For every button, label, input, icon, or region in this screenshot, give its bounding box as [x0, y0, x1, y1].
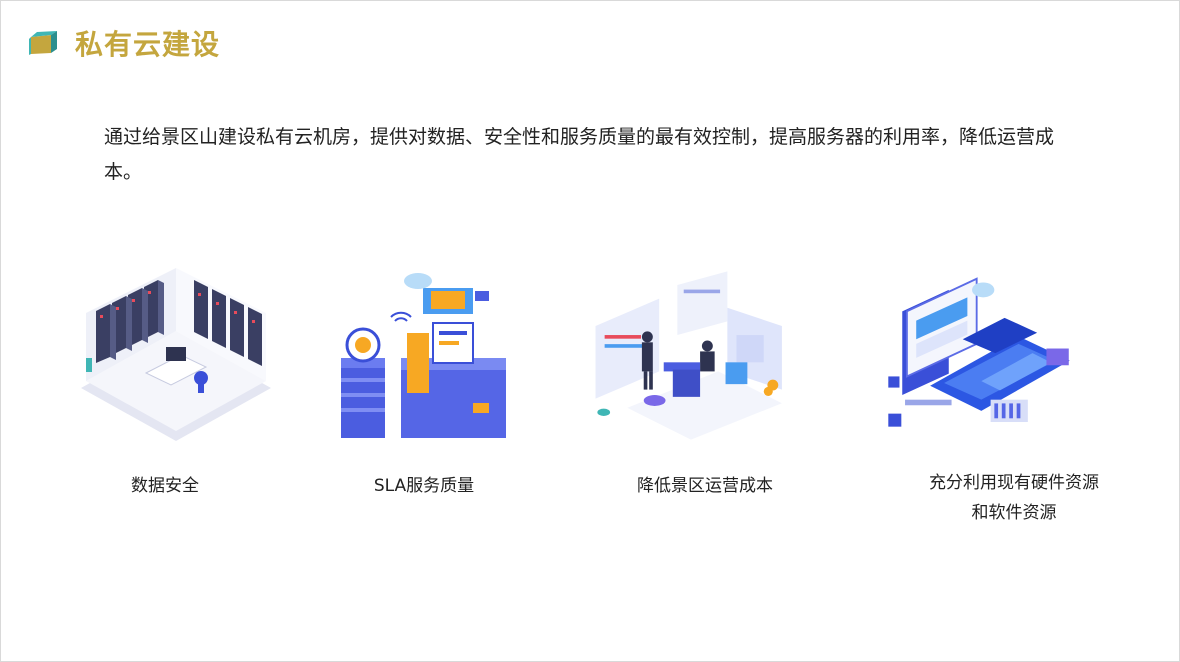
resource-utilization-illustration [879, 263, 1079, 448]
cube-icon [29, 31, 57, 55]
intro-paragraph: 通过给景区山建设私有云机房，提供对数据、安全性和服务质量的最有效控制，提高服务器… [104, 126, 1055, 183]
slide: 私有云建设 通过给景区山建设私有云机房，提供对数据、安全性和服务质量的最有效控制… [0, 0, 1180, 662]
service-quality-illustration [323, 263, 523, 448]
cost-reduction-illustration [591, 263, 791, 448]
feature-label-resources: 充分利用现有硬件资源和软件资源 [929, 473, 1099, 523]
server-room-illustration [76, 263, 276, 448]
feature-label-cost: 降低景区运营成本 [637, 476, 773, 496]
page-title: 私有云建设 [75, 28, 221, 61]
feature-label-sla: SLA服务质量 [373, 476, 475, 496]
feature-label-data-security: 数据安全 [131, 476, 199, 496]
